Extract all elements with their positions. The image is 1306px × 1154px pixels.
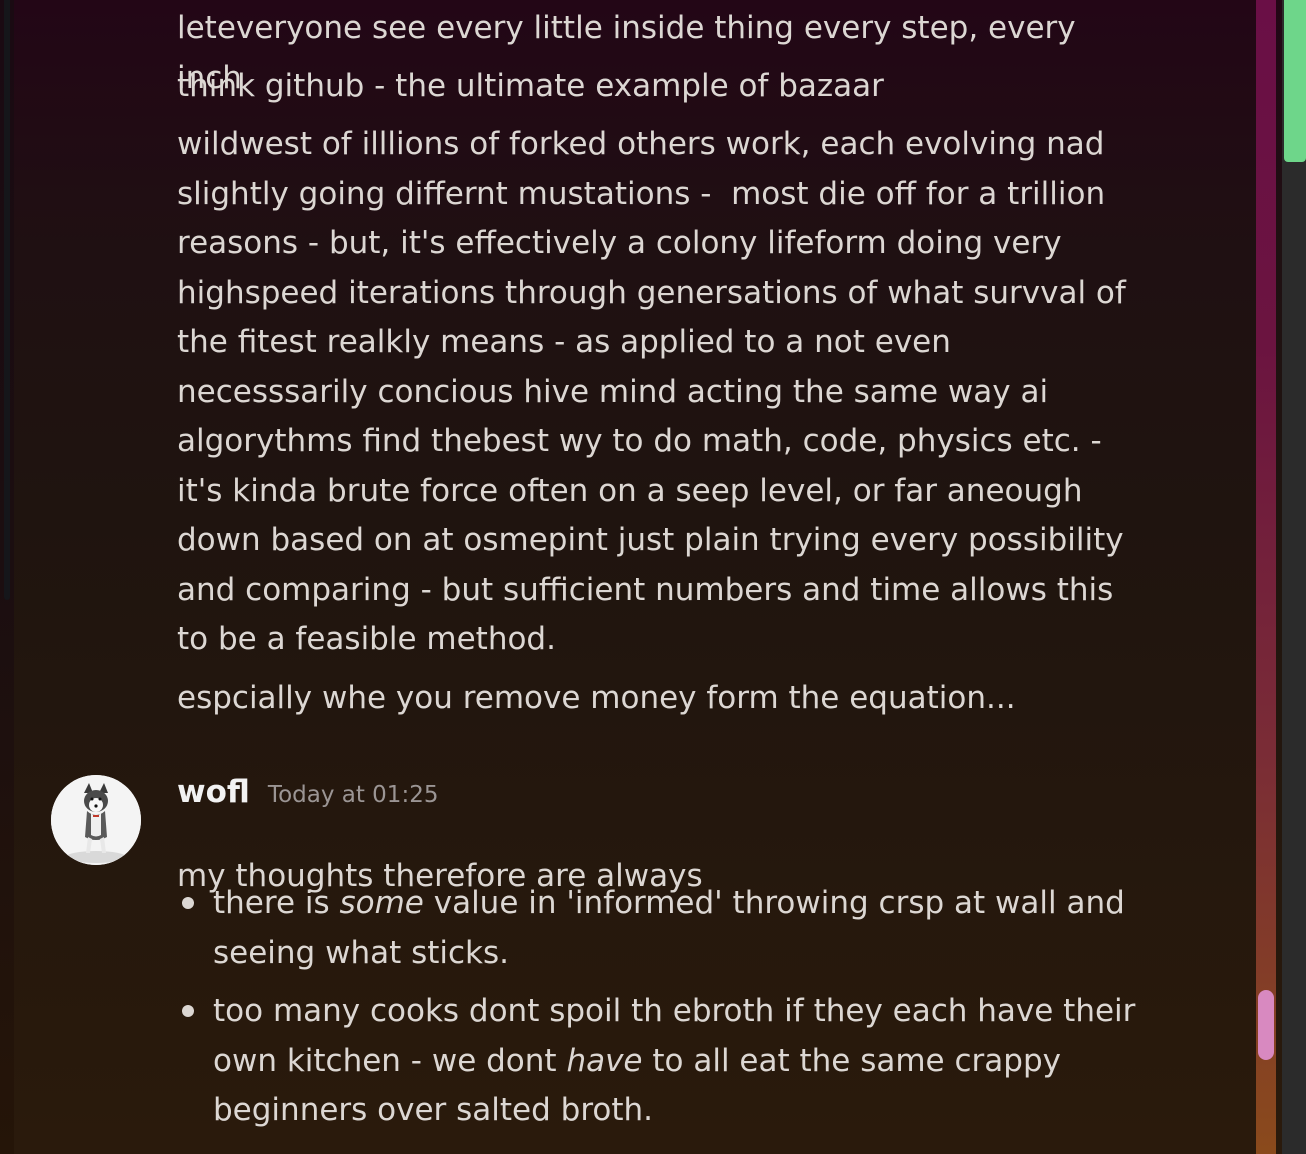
sidebar-scrollbar[interactable] [4,0,10,600]
message-timestamp[interactable]: Today at 01:25 [268,782,439,808]
message-text: think github - the ultimate example of b… [177,68,884,104]
bullet-icon [182,1005,194,1017]
avatar[interactable] [51,775,141,865]
message-text: wildwest of illlions of forked others wo… [177,126,1136,657]
emphasis-text: some [339,885,424,921]
message-header: wofl Today at 01:25 [177,774,438,818]
chat-scrollbar-track[interactable] [1256,0,1276,1154]
chat-scrollbar-thumb[interactable] [1258,990,1274,1060]
bullet-list: there is some value in 'informed' throwi… [177,879,1137,1145]
page-scrollbar-track[interactable] [1282,0,1306,1154]
bullet-icon [182,897,194,909]
emphasis-text: have [566,1042,643,1079]
list-item: too many cooks dont spoil th ebroth if t… [177,987,1137,1136]
sidebar-edge [0,0,14,1154]
list-item-text: there is [213,885,340,921]
page-scrollbar-thumb[interactable] [1284,0,1306,162]
list-item: there is some value in 'informed' throwi… [177,879,1137,978]
author-name[interactable]: wofl [177,774,250,810]
husky-avatar-icon [51,775,141,865]
message-text: espcially whe you remove money form the … [177,680,1016,716]
